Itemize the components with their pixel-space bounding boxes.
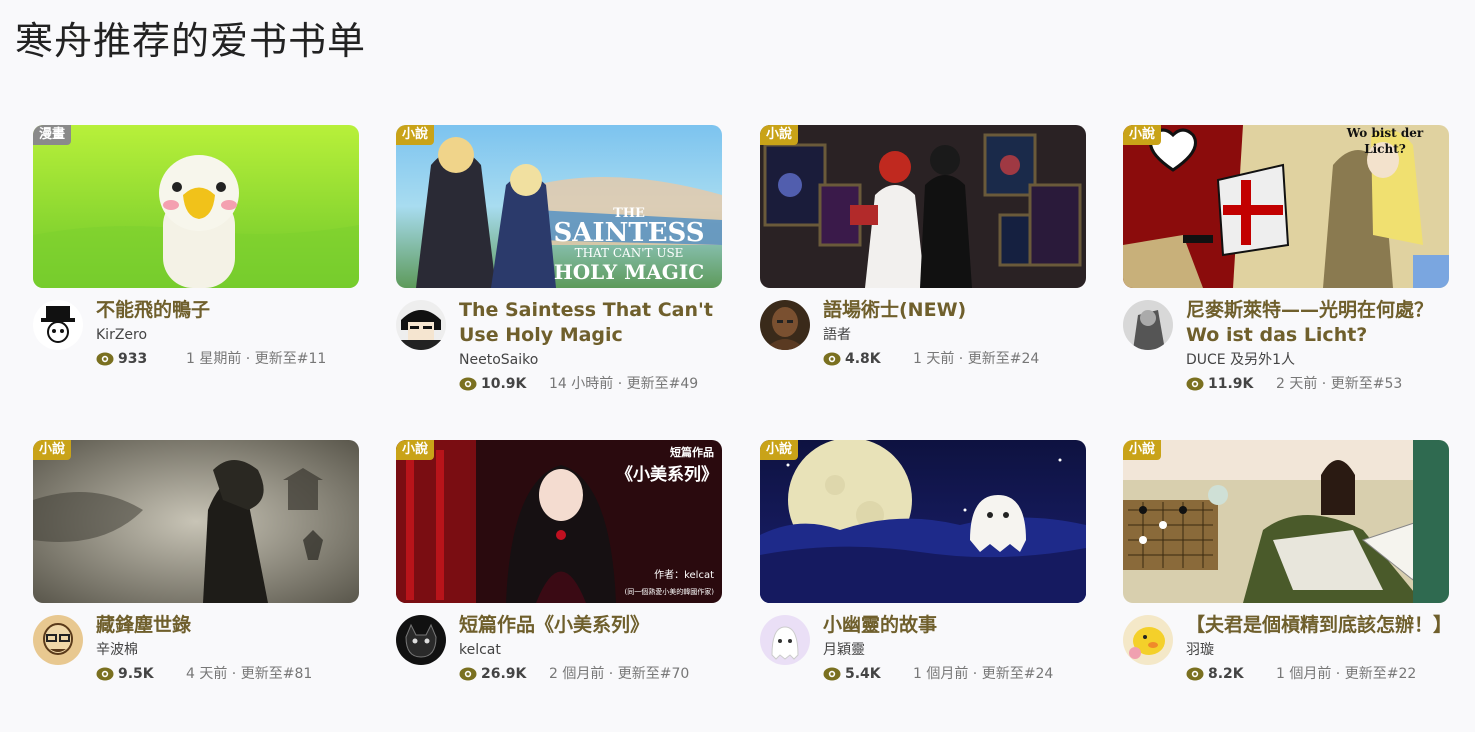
- author-avatar[interactable]: [396, 300, 446, 350]
- update-info: 4 天前 · 更新至#81: [186, 666, 313, 682]
- view-count: 5.4K: [845, 666, 881, 682]
- book-grid: 漫畫 不能飛的鴨子 KirZero 933 1 星期前 · 更新至#11 THE…: [0, 0, 1475, 732]
- book-cover[interactable]: 漫畫: [33, 125, 359, 288]
- category-badge: 小說: [760, 440, 799, 460]
- category-badge: 小說: [396, 440, 435, 460]
- view-count: 9.5K: [118, 666, 154, 682]
- book-card[interactable]: Wo bist der Licht? 小說 尼麥斯萊特——光明在何處？Wo is…: [1123, 125, 1449, 392]
- cover-text: THAT CAN'T USE: [575, 246, 684, 260]
- author-name[interactable]: 月穎靈: [823, 639, 1093, 661]
- author-name[interactable]: 辛波棉: [96, 639, 366, 661]
- author-avatar[interactable]: [760, 615, 810, 665]
- book-title[interactable]: 短篇作品《小美系列》: [459, 613, 729, 638]
- update-info: 1 星期前 · 更新至#11: [186, 351, 327, 367]
- author-name[interactable]: DUCE 及另外1人: [1186, 349, 1456, 371]
- cover-text: 作者：kelcat: [654, 569, 714, 581]
- author-avatar[interactable]: [396, 615, 446, 665]
- book-meta: 11.9K 2 天前 · 更新至#53: [1186, 373, 1456, 398]
- book-title[interactable]: 不能飛的鴨子: [96, 298, 366, 323]
- book-meta: 26.9K 2 個月前 · 更新至#70: [459, 663, 729, 688]
- author-avatar[interactable]: [1123, 615, 1173, 665]
- book-title[interactable]: 語場術士(NEW): [823, 298, 1093, 323]
- book-card[interactable]: 小說 【夫君是個槓精到底該怎辦！】 羽璇 8.2K 1 個月前 · 更新至#22: [1123, 440, 1452, 682]
- book-meta: 8.2K 1 個月前 · 更新至#22: [1186, 663, 1456, 688]
- cover-text: Wo bist der: [1346, 126, 1424, 140]
- book-card[interactable]: THE SAINTESS THAT CAN'T USE HOLY MAGIC 小…: [396, 125, 722, 392]
- cover-text: 短篇作品: [670, 445, 714, 459]
- book-title[interactable]: The Saintess That Can't Use Holy Magic: [459, 298, 729, 348]
- author-avatar[interactable]: [33, 615, 83, 665]
- update-info: 2 天前 · 更新至#53: [1276, 376, 1403, 392]
- eye-icon: [823, 666, 841, 688]
- eye-icon: [1186, 376, 1204, 398]
- book-meta: 5.4K 1 個月前 · 更新至#24: [823, 663, 1093, 688]
- author-name[interactable]: 羽璇: [1186, 639, 1456, 661]
- view-count: 26.9K: [481, 666, 527, 682]
- book-card[interactable]: 短篇作品 《小美系列》 作者：kelcat (同一個熟愛小美的韓國作家) 小說 …: [396, 440, 722, 682]
- view-count: 933: [118, 351, 148, 367]
- cover-text: 《小美系列》: [616, 464, 718, 485]
- category-badge: 小說: [1123, 440, 1162, 460]
- book-cover[interactable]: 短篇作品 《小美系列》 作者：kelcat (同一個熟愛小美的韓國作家) 小說: [396, 440, 722, 603]
- eye-icon: [1186, 666, 1204, 688]
- book-meta: 10.9K 14 小時前 · 更新至#49: [459, 373, 729, 398]
- book-meta: 4.8K 1 天前 · 更新至#24: [823, 348, 1093, 373]
- book-card[interactable]: 小說 語場術士(NEW) 語者 4.8K 1 天前 · 更新至#24: [760, 125, 1086, 367]
- category-badge: 漫畫: [33, 125, 72, 145]
- view-count: 10.9K: [481, 376, 527, 392]
- book-cover[interactable]: 小說: [33, 440, 359, 603]
- cover-text: Licht?: [1364, 142, 1406, 156]
- author-name[interactable]: 語者: [823, 324, 1093, 346]
- book-cover[interactable]: 小說: [760, 125, 1086, 288]
- update-info: 14 小時前 · 更新至#49: [549, 376, 699, 392]
- eye-icon: [96, 666, 114, 688]
- book-meta: 9.5K 4 天前 · 更新至#81: [96, 663, 366, 688]
- book-card[interactable]: 小說 藏鋒塵世錄 辛波棉 9.5K 4 天前 · 更新至#81: [33, 440, 359, 682]
- book-cover[interactable]: 小說: [1123, 440, 1449, 603]
- author-avatar[interactable]: [33, 300, 83, 350]
- category-badge: 小說: [1123, 125, 1162, 145]
- book-card[interactable]: 小說 小幽靈的故事 月穎靈 5.4K 1 個月前 · 更新至#24: [760, 440, 1086, 682]
- author-name[interactable]: KirZero: [96, 324, 366, 346]
- book-title[interactable]: 藏鋒塵世錄: [96, 613, 366, 638]
- author-name[interactable]: NeetoSaiko: [459, 349, 729, 371]
- author-avatar[interactable]: [760, 300, 810, 350]
- eye-icon: [459, 666, 477, 688]
- eye-icon: [823, 351, 841, 373]
- author-avatar[interactable]: [1123, 300, 1173, 350]
- book-cover[interactable]: THE SAINTESS THAT CAN'T USE HOLY MAGIC 小…: [396, 125, 722, 288]
- book-title[interactable]: 小幽靈的故事: [823, 613, 1093, 638]
- book-card[interactable]: 漫畫 不能飛的鴨子 KirZero 933 1 星期前 · 更新至#11: [33, 125, 359, 367]
- view-count: 4.8K: [845, 351, 881, 367]
- book-title[interactable]: 【夫君是個槓精到底該怎辦！】: [1186, 613, 1456, 638]
- view-count: 11.9K: [1208, 376, 1254, 392]
- view-count: 8.2K: [1208, 666, 1244, 682]
- eye-icon: [96, 351, 114, 373]
- eye-icon: [459, 376, 477, 398]
- book-cover[interactable]: 小說: [760, 440, 1086, 603]
- update-info: 1 個月前 · 更新至#24: [913, 666, 1054, 682]
- book-title[interactable]: 尼麥斯萊特——光明在何處？Wo ist das Licht?: [1186, 298, 1456, 348]
- cover-text: HOLY MAGIC: [554, 260, 704, 284]
- cover-text: (同一個熟愛小美的韓國作家): [625, 587, 715, 596]
- author-name[interactable]: kelcat: [459, 639, 729, 661]
- cover-text: SAINTESS: [553, 218, 704, 248]
- update-info: 1 天前 · 更新至#24: [913, 351, 1040, 367]
- update-info: 2 個月前 · 更新至#70: [549, 666, 690, 682]
- category-badge: 小說: [396, 125, 435, 145]
- update-info: 1 個月前 · 更新至#22: [1276, 666, 1417, 682]
- category-badge: 小說: [33, 440, 72, 460]
- book-cover[interactable]: Wo bist der Licht? 小說: [1123, 125, 1449, 288]
- category-badge: 小說: [760, 125, 799, 145]
- book-meta: 933 1 星期前 · 更新至#11: [96, 348, 366, 373]
